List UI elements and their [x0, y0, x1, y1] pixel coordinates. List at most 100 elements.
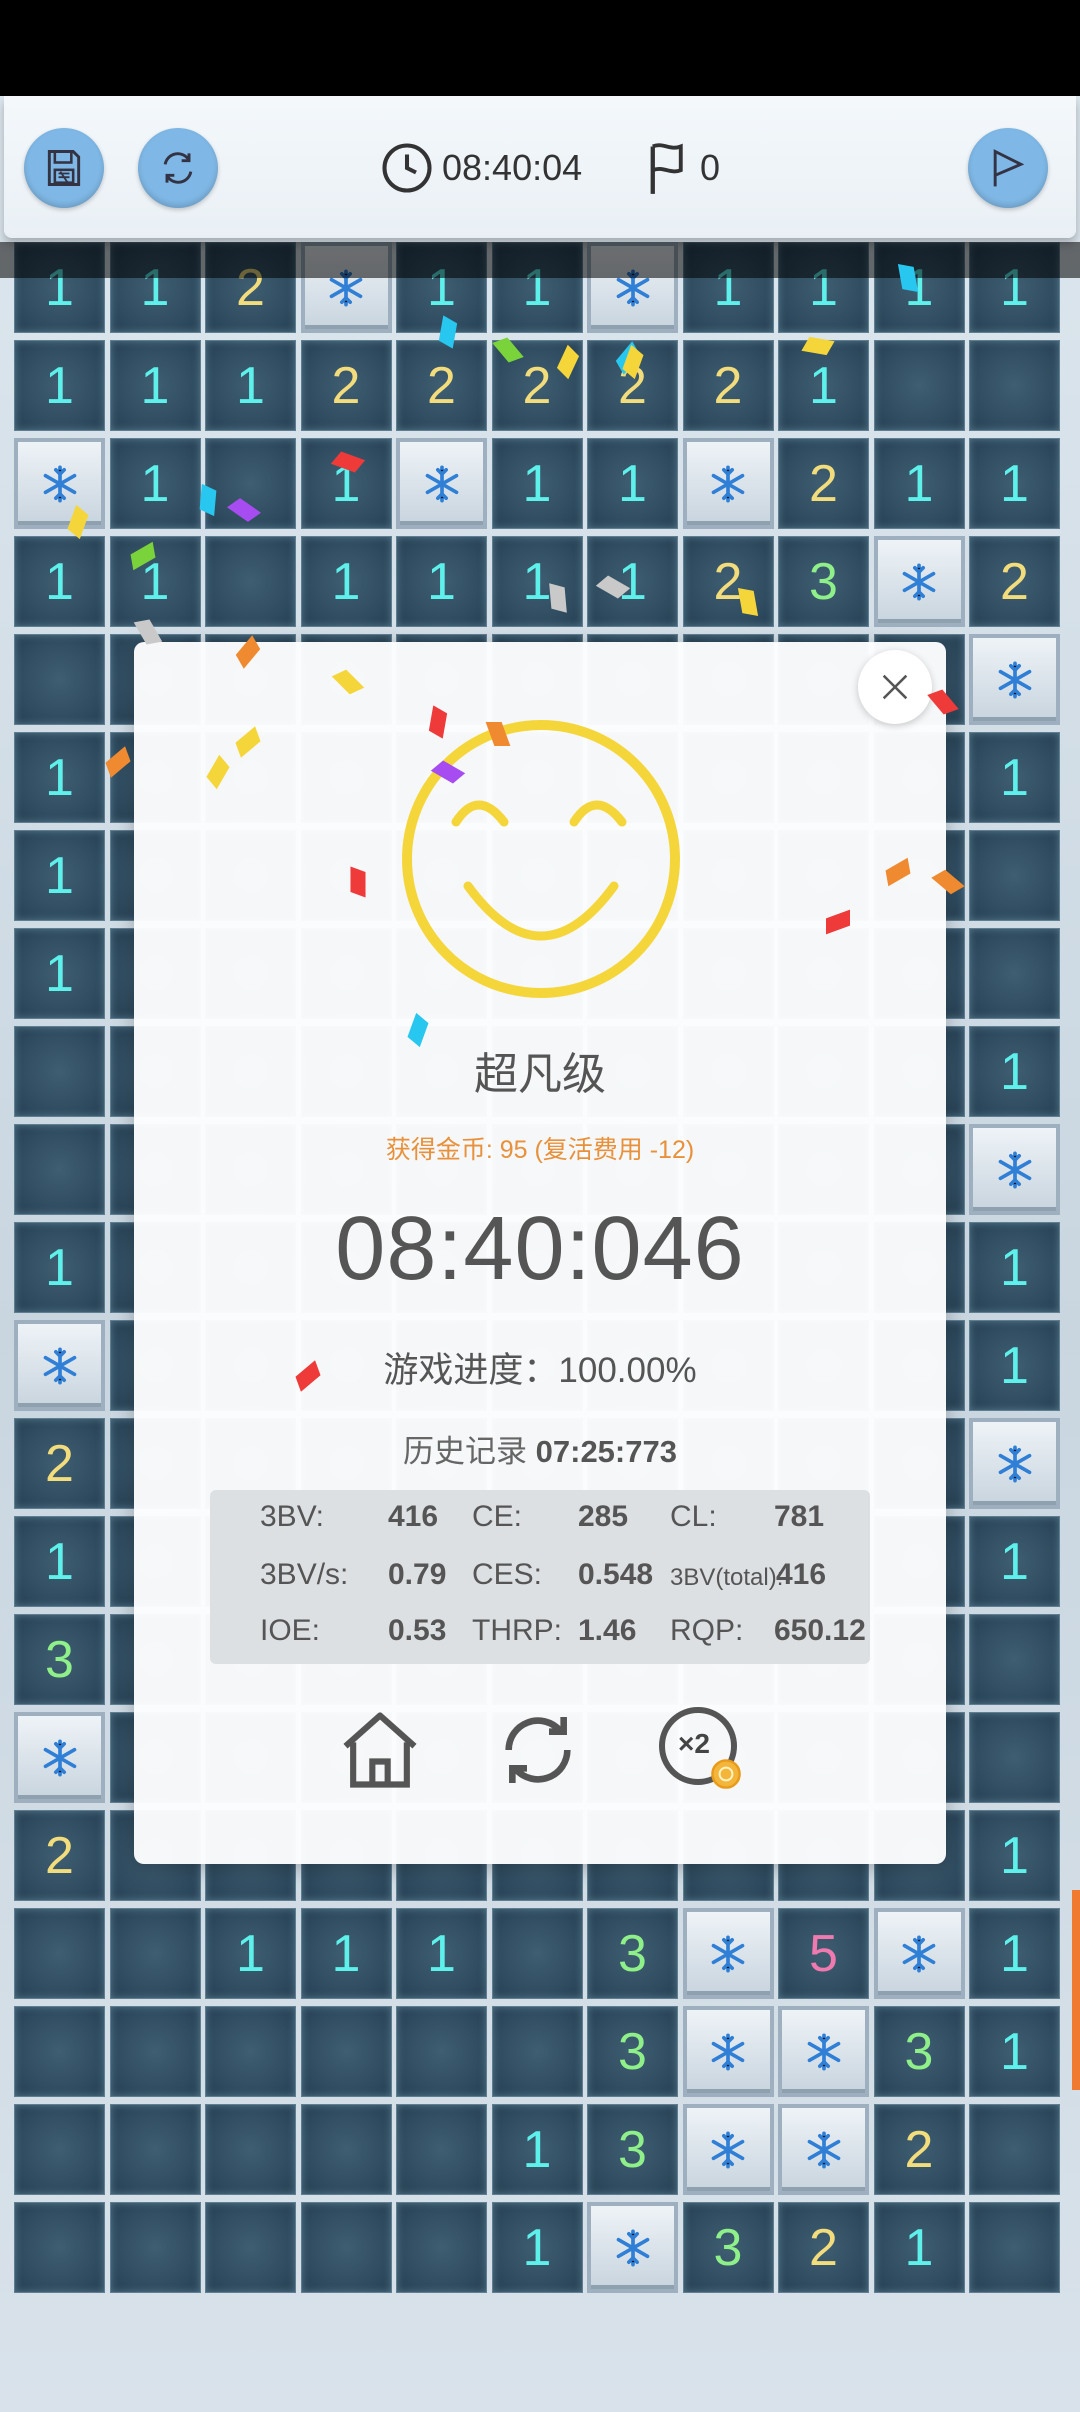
mine-cell[interactable]	[14, 1712, 105, 1803]
empty-cell[interactable]	[109, 2104, 201, 2195]
empty-cell[interactable]	[109, 1908, 201, 1999]
empty-cell[interactable]	[14, 2006, 105, 2097]
mine-cell[interactable]	[682, 438, 774, 529]
empty-cell[interactable]	[396, 2104, 487, 2195]
mine-cell[interactable]	[587, 2202, 678, 2293]
number-cell[interactable]: 1	[14, 1516, 105, 1607]
number-cell[interactable]: 3	[778, 536, 869, 627]
number-cell[interactable]: 1	[873, 438, 965, 529]
empty-cell[interactable]	[969, 2202, 1060, 2293]
mine-cell[interactable]	[969, 1124, 1060, 1215]
replay-button[interactable]	[488, 1700, 588, 1800]
mine-cell[interactable]	[682, 2104, 774, 2195]
number-cell[interactable]: 2	[14, 1418, 105, 1509]
number-cell[interactable]: 2	[778, 438, 869, 529]
number-cell[interactable]: 1	[491, 2104, 583, 2195]
number-cell[interactable]: 1	[969, 1222, 1060, 1313]
number-cell[interactable]: 1	[300, 1908, 392, 1999]
number-cell[interactable]: 1	[14, 830, 105, 921]
empty-cell[interactable]	[205, 2104, 296, 2195]
empty-cell[interactable]	[396, 2202, 487, 2293]
mine-cell[interactable]	[778, 2006, 869, 2097]
number-cell[interactable]: 3	[587, 2006, 678, 2097]
play-flag-button[interactable]	[968, 128, 1048, 208]
number-cell[interactable]: 3	[587, 2104, 678, 2195]
empty-cell[interactable]	[969, 1712, 1060, 1803]
empty-cell[interactable]	[14, 1026, 105, 1117]
number-cell[interactable]: 1	[491, 2202, 583, 2293]
double-coins-button[interactable]: ×2	[652, 1700, 752, 1800]
number-cell[interactable]: 1	[14, 732, 105, 823]
close-button[interactable]	[858, 650, 932, 724]
number-cell[interactable]: 3	[587, 1908, 678, 1999]
empty-cell[interactable]	[969, 1614, 1060, 1705]
empty-cell[interactable]	[14, 1124, 105, 1215]
number-cell[interactable]: 1	[14, 928, 105, 1019]
empty-cell[interactable]	[14, 634, 105, 725]
number-cell[interactable]: 3	[14, 1614, 105, 1705]
mine-cell[interactable]	[682, 1908, 774, 1999]
number-cell[interactable]: 2	[682, 536, 774, 627]
number-cell[interactable]: 1	[873, 2202, 965, 2293]
number-cell[interactable]: 2	[14, 1810, 105, 1901]
empty-cell[interactable]	[14, 2202, 105, 2293]
mine-cell[interactable]	[969, 1418, 1060, 1509]
number-cell[interactable]: 1	[300, 438, 392, 529]
number-cell[interactable]: 1	[109, 340, 201, 431]
mine-cell[interactable]	[14, 1320, 105, 1411]
empty-cell[interactable]	[205, 536, 296, 627]
empty-cell[interactable]	[300, 2202, 392, 2293]
empty-cell[interactable]	[205, 2202, 296, 2293]
empty-cell[interactable]	[109, 2202, 201, 2293]
empty-cell[interactable]	[969, 830, 1060, 921]
number-cell[interactable]: 1	[969, 1908, 1060, 1999]
empty-cell[interactable]	[873, 340, 965, 431]
home-button[interactable]	[330, 1700, 430, 1800]
number-cell[interactable]: 2	[396, 340, 487, 431]
mine-cell[interactable]	[873, 1908, 965, 1999]
mine-cell[interactable]	[873, 536, 965, 627]
empty-cell[interactable]	[109, 2006, 201, 2097]
number-cell[interactable]: 1	[205, 1908, 296, 1999]
empty-cell[interactable]	[300, 2006, 392, 2097]
number-cell[interactable]: 1	[969, 438, 1060, 529]
number-cell[interactable]: 1	[587, 438, 678, 529]
mine-cell[interactable]	[396, 438, 487, 529]
empty-cell[interactable]	[491, 2006, 583, 2097]
number-cell[interactable]: 2	[873, 2104, 965, 2195]
mine-cell[interactable]	[682, 2006, 774, 2097]
number-cell[interactable]: 2	[778, 2202, 869, 2293]
number-cell[interactable]: 1	[14, 1222, 105, 1313]
number-cell[interactable]: 1	[491, 438, 583, 529]
number-cell[interactable]: 3	[873, 2006, 965, 2097]
empty-cell[interactable]	[396, 2006, 487, 2097]
number-cell[interactable]: 1	[969, 732, 1060, 823]
empty-cell[interactable]	[14, 2104, 105, 2195]
empty-cell[interactable]	[969, 928, 1060, 1019]
empty-cell[interactable]	[14, 1908, 105, 1999]
number-cell[interactable]: 1	[969, 1810, 1060, 1901]
number-cell[interactable]: 2	[682, 340, 774, 431]
number-cell[interactable]: 5	[778, 1908, 869, 1999]
number-cell[interactable]: 1	[300, 536, 392, 627]
empty-cell[interactable]	[491, 1908, 583, 1999]
mine-cell[interactable]	[969, 634, 1060, 725]
empty-cell[interactable]	[969, 340, 1060, 431]
number-cell[interactable]: 1	[969, 1320, 1060, 1411]
number-cell[interactable]: 3	[682, 2202, 774, 2293]
number-cell[interactable]: 1	[14, 340, 105, 431]
number-cell[interactable]: 1	[396, 1908, 487, 1999]
number-cell[interactable]: 1	[969, 1026, 1060, 1117]
empty-cell[interactable]	[205, 2006, 296, 2097]
number-cell[interactable]: 1	[969, 2006, 1060, 2097]
number-cell[interactable]: 1	[969, 1516, 1060, 1607]
empty-cell[interactable]	[969, 2104, 1060, 2195]
empty-cell[interactable]	[300, 2104, 392, 2195]
number-cell[interactable]: 1	[14, 536, 105, 627]
number-cell[interactable]: 1	[109, 536, 201, 627]
restart-button[interactable]	[138, 128, 218, 208]
number-cell[interactable]: 1	[205, 340, 296, 431]
number-cell[interactable]: 2	[969, 536, 1060, 627]
number-cell[interactable]: 1	[491, 536, 583, 627]
mine-cell[interactable]	[14, 438, 105, 529]
